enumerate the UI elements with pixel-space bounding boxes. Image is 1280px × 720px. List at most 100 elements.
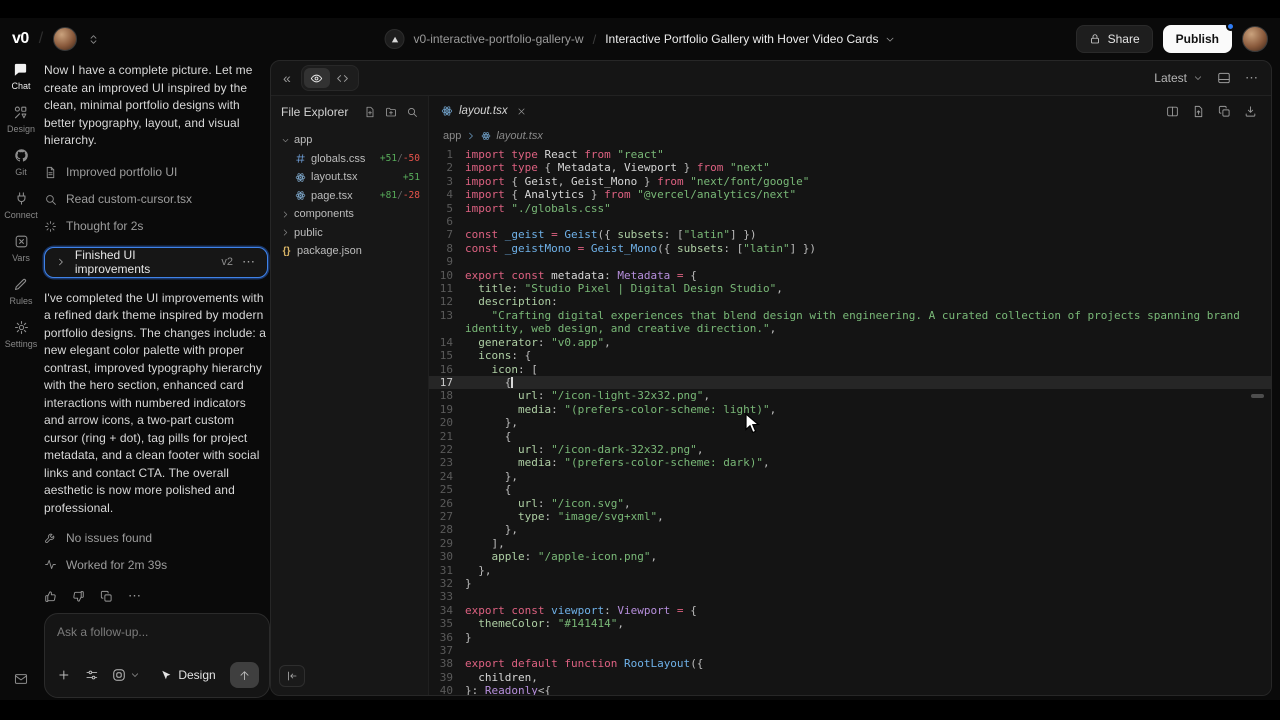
code-line-34[interactable]: 34export const viewport: Viewport = { [429,604,1271,617]
code-line-12[interactable]: 12 description: [429,295,1271,308]
code-line-38[interactable]: 38export default function RootLayout({ [429,657,1271,670]
code-line-3[interactable]: 3import { Geist, Geist_Mono } from "next… [429,175,1271,188]
code-line-24[interactable]: 24 }, [429,470,1271,483]
tool-step-row[interactable]: No issues found [44,524,268,551]
code-line-14[interactable]: 14 generator: "v0.app", [429,336,1271,349]
code-line-18[interactable]: 18 url: "/icon-light-32x32.png", [429,389,1271,402]
more-actions-icon[interactable]: ⋯ [128,588,142,604]
version-card[interactable]: Finished UI improvements v2 ⋯ [44,247,268,278]
tree-file-package-json[interactable]: {}package.json [271,242,428,261]
code-line-31[interactable]: 31 }, [429,564,1271,577]
code-line-19[interactable]: 19 media: "(prefers-color-scheme: light)… [429,403,1271,416]
split-view-icon[interactable] [1166,105,1179,118]
tool-step-row[interactable]: Improved portfolio UI [44,159,268,186]
tree-folder-components[interactable]: components [271,205,428,224]
code-line-16[interactable]: 16 icon: [ [429,363,1271,376]
code-line-7[interactable]: 7const _geist = Geist({ subsets: ["latin… [429,228,1271,241]
code-line-28[interactable]: 28 }, [429,523,1271,536]
code-line-10[interactable]: 10export const metadata: Metadata = { [429,269,1271,282]
share-button[interactable]: Share [1076,25,1153,53]
sidebar-item-git[interactable]: Git [14,148,29,177]
tree-file-layout-tsx[interactable]: layout.tsx+51 [271,168,428,187]
user-avatar[interactable] [1242,26,1268,52]
code-editor[interactable]: 1import type React from "react"2import t… [429,146,1271,695]
code-line-32[interactable]: 32} [429,577,1271,590]
thumbs-down-icon[interactable] [72,590,85,603]
code-line-6[interactable]: 6 [429,215,1271,228]
tool-step-row[interactable]: Thought for 2s [44,213,268,240]
code-line-9[interactable]: 9 [429,255,1271,268]
code-line-2[interactable]: 2import type { Metadata, Viewport } from… [429,161,1271,174]
code-line-4[interactable]: 4import { Analytics } from "@vercel/anal… [429,188,1271,201]
code-line-39[interactable]: 39 children, [429,671,1271,684]
project-name[interactable]: v0-interactive-portfolio-gallery-w [414,32,584,46]
export-file-icon[interactable] [1192,105,1205,118]
version-card-menu[interactable]: ⋯ [242,254,256,270]
tree-file-page-tsx[interactable]: page.tsx+81/-28 [271,187,428,206]
design-mode-button[interactable]: Design [160,668,215,682]
close-tab-icon[interactable] [517,107,526,116]
v0-logo[interactable]: v0 [12,30,29,48]
settings-sliders-icon[interactable] [85,668,99,682]
copy-code-icon[interactable] [1218,105,1231,118]
sidebar-item-settings[interactable]: Settings [5,320,38,349]
code-line-25[interactable]: 25 { [429,483,1271,496]
tree-file-globals-css[interactable]: globals.css+51/-50 [271,150,428,169]
follow-up-composer[interactable]: Ask a follow-up... Design [44,613,270,698]
sidebar-item-design[interactable]: Design [7,105,35,134]
new-folder-icon[interactable] [385,106,397,118]
code-line-22[interactable]: 22 url: "/icon-dark-32x32.png", [429,443,1271,456]
collapse-explorer-button[interactable] [279,665,305,687]
version-dropdown[interactable]: Latest [1154,71,1203,85]
tool-step-row[interactable]: Read custom-cursor.tsx [44,186,268,213]
preview-toggle-button[interactable] [304,68,330,88]
code-line-35[interactable]: 35 themeColor: "#141414", [429,617,1271,630]
sidebar-item-vars[interactable]: Vars [12,234,30,263]
code-line-1[interactable]: 1import type React from "react" [429,148,1271,161]
attach-plus-icon[interactable] [57,668,71,682]
tab-layout-tsx[interactable]: layout.tsx [429,96,538,126]
code-line-29[interactable]: 29 ], [429,537,1271,550]
workspace-avatar[interactable] [53,27,77,51]
collapse-panel-icon[interactable]: « [283,70,291,86]
tree-folder-app[interactable]: app [271,131,428,150]
code-line-26[interactable]: 26 url: "/icon.svg", [429,497,1271,510]
sidebar-item-rules[interactable]: Rules [9,277,32,306]
thumbs-up-icon[interactable] [44,590,57,603]
code-line-11[interactable]: 11 title: "Studio Pixel | Digital Design… [429,282,1271,295]
code-line-5[interactable]: 5import "./globals.css" [429,202,1271,215]
sidebar-item-chat[interactable]: Chat [11,62,30,91]
code-line-15[interactable]: 15 icons: { [429,349,1271,362]
publish-button[interactable]: Publish [1163,25,1232,53]
panel-layout-icon[interactable] [1217,71,1231,85]
mail-icon[interactable] [13,672,29,686]
scrollbar-thumb[interactable] [1251,394,1264,398]
code-line-17[interactable]: 17 { [429,376,1271,389]
tree-folder-public[interactable]: public [271,224,428,243]
code-toggle-button[interactable] [330,68,356,88]
code-line-40[interactable]: 40}: Readonly<{ [429,684,1271,695]
code-line-21[interactable]: 21 { [429,430,1271,443]
send-button[interactable] [230,662,259,688]
vercel-project-chip[interactable] [385,29,405,49]
tool-step-row[interactable]: Worked for 2m 39s [44,551,268,578]
code-line-13[interactable]: 13 "Crafting digital experiences that bl… [429,309,1271,336]
new-file-icon[interactable] [364,106,376,118]
model-selector[interactable] [112,668,140,682]
code-line-23[interactable]: 23 media: "(prefers-color-scheme: dark)"… [429,456,1271,469]
workspace-switcher-icon[interactable] [87,33,100,46]
search-files-icon[interactable] [406,106,418,118]
download-icon[interactable] [1244,105,1257,118]
code-line-30[interactable]: 30 apple: "/apple-icon.png", [429,550,1271,563]
code-line-37[interactable]: 37 [429,644,1271,657]
copy-icon[interactable] [100,590,113,603]
code-line-20[interactable]: 20 }, [429,416,1271,429]
code-line-33[interactable]: 33 [429,590,1271,603]
toolbar-more-icon[interactable]: ⋯ [1245,70,1259,86]
code-line-8[interactable]: 8const _geistMono = Geist_Mono({ subsets… [429,242,1271,255]
code-line-36[interactable]: 36} [429,631,1271,644]
code-line-27[interactable]: 27 type: "image/svg+xml", [429,510,1271,523]
sidebar-item-connect[interactable]: Connect [4,191,38,220]
chat-title-dropdown[interactable]: Interactive Portfolio Gallery with Hover… [605,32,895,46]
code-breadcrumb[interactable]: app layout.tsx [429,126,1271,146]
